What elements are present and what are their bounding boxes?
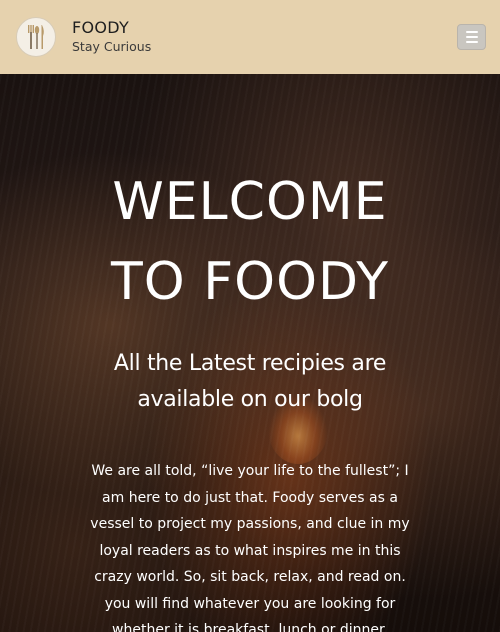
cutlery-icon[interactable] [16,17,56,57]
hero-subtitle: All the Latest recipies are available on… [113,351,387,412]
navbar: FOODY Stay Curious [0,0,500,74]
brand-tagline: Stay Curious [72,39,152,54]
brand[interactable]: FOODY Stay Curious [72,18,151,56]
hamburger-menu-button[interactable] [457,24,486,50]
hero-title: WELCOME TO FOODY [0,162,500,322]
hero-title-line1: WELCOME [112,172,388,232]
hero-title-line2: TO FOODY [111,252,389,312]
hero-content: WELCOME TO FOODY All the Latest recipies… [0,74,500,632]
brand-name[interactable]: FOODY [72,18,151,38]
hamburger-menu-icon [465,31,478,33]
hero-section: WELCOME TO FOODY All the Latest recipies… [0,74,500,632]
hero-description: We are all told, “live your life to the … [90,463,410,632]
